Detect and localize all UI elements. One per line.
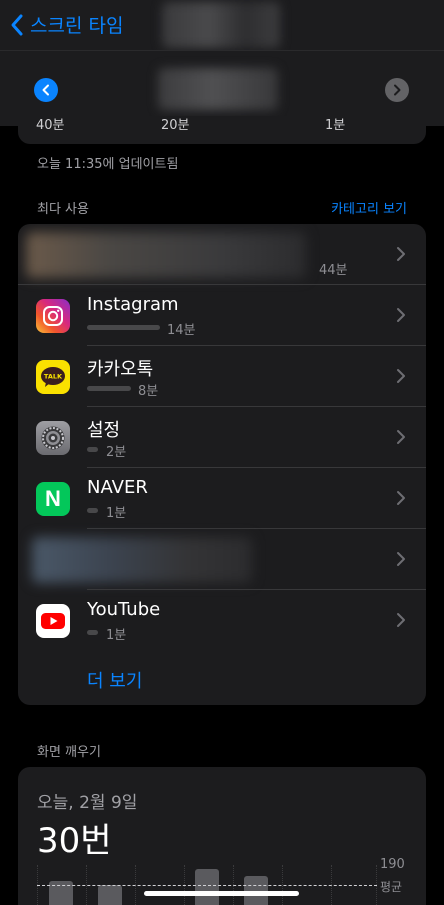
chevron-right-icon	[397, 247, 405, 261]
blurred-date-range	[158, 68, 278, 110]
app-time: 1분	[106, 506, 127, 521]
usage-bar	[87, 325, 160, 330]
youtube-icon	[36, 604, 70, 638]
app-row[interactable]	[18, 529, 426, 590]
usage-bar	[87, 630, 98, 635]
chevron-left-icon	[42, 84, 49, 96]
usage-bar	[87, 386, 131, 391]
usage-bar	[87, 508, 98, 513]
updated-text: 오늘 11:35에 업데이트됨	[37, 157, 179, 172]
blurred-title	[162, 2, 280, 48]
chevron-right-icon	[397, 613, 405, 627]
week-selector	[0, 50, 444, 126]
usage-bar	[87, 447, 98, 452]
app-row-kakaotalk[interactable]: TALK 카카오톡 8분	[18, 346, 426, 407]
app-name: 카카오톡	[87, 359, 154, 380]
app-time: 44분	[319, 263, 348, 278]
app-name: YouTube	[87, 599, 161, 620]
chart-average-label: 평균	[380, 880, 403, 894]
app-row[interactable]: 44분	[18, 224, 426, 285]
chart-bar	[195, 869, 219, 905]
most-used-label: 최다 사용	[37, 202, 89, 217]
app-name: Instagram	[87, 294, 179, 315]
pickups-count: 30번	[37, 821, 112, 861]
back-button[interactable]: 스크린 타임	[10, 11, 123, 38]
chevron-right-icon	[397, 308, 405, 322]
chart-axis-strip: 40분 20분 1분	[18, 116, 426, 144]
app-row-instagram[interactable]: Instagram 14분	[18, 285, 426, 346]
blurred-app-info	[26, 232, 306, 278]
kakaotalk-icon: TALK	[36, 360, 70, 394]
pickups-date: 오늘, 2월 9일	[37, 793, 138, 813]
show-more-button[interactable]: 더 보기	[87, 667, 142, 693]
chart-bar	[98, 885, 122, 905]
previous-week-button[interactable]	[34, 78, 58, 102]
axis-label-right: 1분	[325, 118, 346, 133]
instagram-icon	[36, 299, 70, 333]
chevron-right-icon	[397, 430, 405, 444]
naver-icon: N	[36, 482, 70, 516]
back-label: 스크린 타임	[30, 15, 124, 37]
kakaotalk-icon-text: TALK	[44, 373, 63, 381]
chevron-right-icon	[397, 491, 405, 505]
chevron-right-icon	[397, 552, 405, 566]
axis-label-mid: 20분	[161, 118, 190, 133]
app-row-settings[interactable]: 설정 2분	[18, 407, 426, 468]
home-indicator[interactable]	[144, 891, 299, 896]
average-line	[37, 885, 377, 886]
next-week-button[interactable]	[385, 78, 409, 102]
chevron-left-icon	[11, 14, 23, 35]
app-row-naver[interactable]: N NAVER 1분	[18, 468, 426, 529]
naver-icon-letter: N	[45, 486, 61, 511]
blurred-app-info	[32, 537, 252, 583]
app-time: 8분	[138, 384, 159, 399]
app-name: 설정	[87, 420, 121, 441]
axis-label-left: 40분	[36, 118, 65, 133]
app-time: 1분	[106, 628, 127, 643]
app-time: 2분	[106, 445, 127, 460]
app-time: 14분	[167, 323, 196, 338]
pickups-label: 화면 깨우기	[37, 745, 101, 760]
chart-max-label: 190	[380, 857, 405, 872]
show-categories-link[interactable]: 카테고리 보기	[331, 198, 407, 217]
chevron-right-icon	[394, 84, 401, 96]
settings-gear-icon	[36, 421, 70, 455]
pickups-card: 오늘, 2월 9일 30번 190 평균	[18, 767, 426, 905]
nav-bar: 스크린 타임	[0, 0, 444, 50]
chevron-right-icon	[397, 369, 405, 383]
most-used-card: 44분 Instagram 14분 TALK 카카오톡 8분 설정 2분 N N…	[18, 224, 426, 705]
app-name: NAVER	[87, 477, 148, 498]
app-row-youtube[interactable]: YouTube 1분	[18, 590, 426, 651]
